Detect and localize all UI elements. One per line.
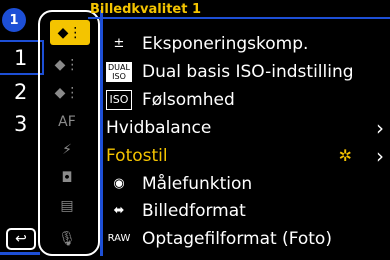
flash-icon[interactable]: ⚡ [44, 137, 90, 162]
title-rule [88, 17, 390, 19]
menu-item[interactable]: Fotostil ✲ › [106, 142, 390, 169]
menu-item[interactable]: ISO Følsomhed [106, 86, 390, 113]
video-icon[interactable]: ▤ [44, 193, 90, 218]
chevron-right-icon: › [376, 115, 384, 140]
menu-item[interactable]: Hvidbalance › [106, 114, 390, 141]
menu-item[interactable]: ± Eksponeringskomp. [106, 30, 390, 57]
menu-item[interactable]: DUAL ISO Dual basis ISO-indstilling [106, 58, 390, 85]
photo-quality-1-icon[interactable]: ◆⋮ [50, 20, 90, 45]
back-button[interactable]: ↩ [6, 228, 36, 250]
iso-icon: ISO [106, 89, 132, 110]
camera-icon[interactable]: ◘ [44, 165, 90, 190]
chevron-right-icon: › [376, 143, 384, 168]
dual-iso-icon: DUAL ISO [106, 61, 132, 82]
menu-title: Billedkvalitet 1 [90, 2, 202, 17]
page-3[interactable]: 3 [14, 112, 27, 136]
menu-item[interactable]: ◉ Målefunktion [106, 170, 390, 197]
page-1[interactable]: 1 [14, 46, 27, 70]
menu-item[interactable]: ⬌ Billedformat [106, 197, 390, 224]
raw-icon: RAW [107, 233, 131, 244]
menu-item-label: Fotostil [106, 145, 168, 166]
divider [100, 10, 103, 256]
microphone-icon[interactable]: 🎙 [44, 226, 90, 251]
menu-item-label: Målefunktion [142, 173, 253, 194]
menu-item-label: Hvidbalance [106, 117, 212, 138]
menu-item-label: Eksponeringskomp. [142, 33, 309, 54]
page-2[interactable]: 2 [14, 80, 27, 104]
photo-style-value-icon: ✲ [338, 146, 352, 165]
af-icon[interactable]: AF [44, 109, 90, 134]
menu-item-label: Dual basis ISO-indstilling [142, 61, 354, 82]
exposure-compensation-icon: ± [113, 36, 125, 51]
menu-item-label: Følsomhed [142, 89, 235, 110]
metering-icon: ◉ [113, 176, 125, 191]
menu-item[interactable]: RAW Optagefilformat (Foto) [106, 225, 390, 252]
menu-item-label: Billedformat [142, 200, 246, 221]
menu-item-label: Optagefilformat (Foto) [142, 228, 332, 249]
back-underline [0, 252, 40, 255]
photo-quality-3-icon[interactable]: ◆⋮ [44, 80, 90, 105]
photo-quality-2-icon[interactable]: ◆⋮ [44, 52, 90, 77]
page-badge: 1 [2, 8, 26, 32]
aspect-ratio-icon: ⬌ [113, 203, 125, 218]
back-icon: ↩ [15, 231, 27, 247]
